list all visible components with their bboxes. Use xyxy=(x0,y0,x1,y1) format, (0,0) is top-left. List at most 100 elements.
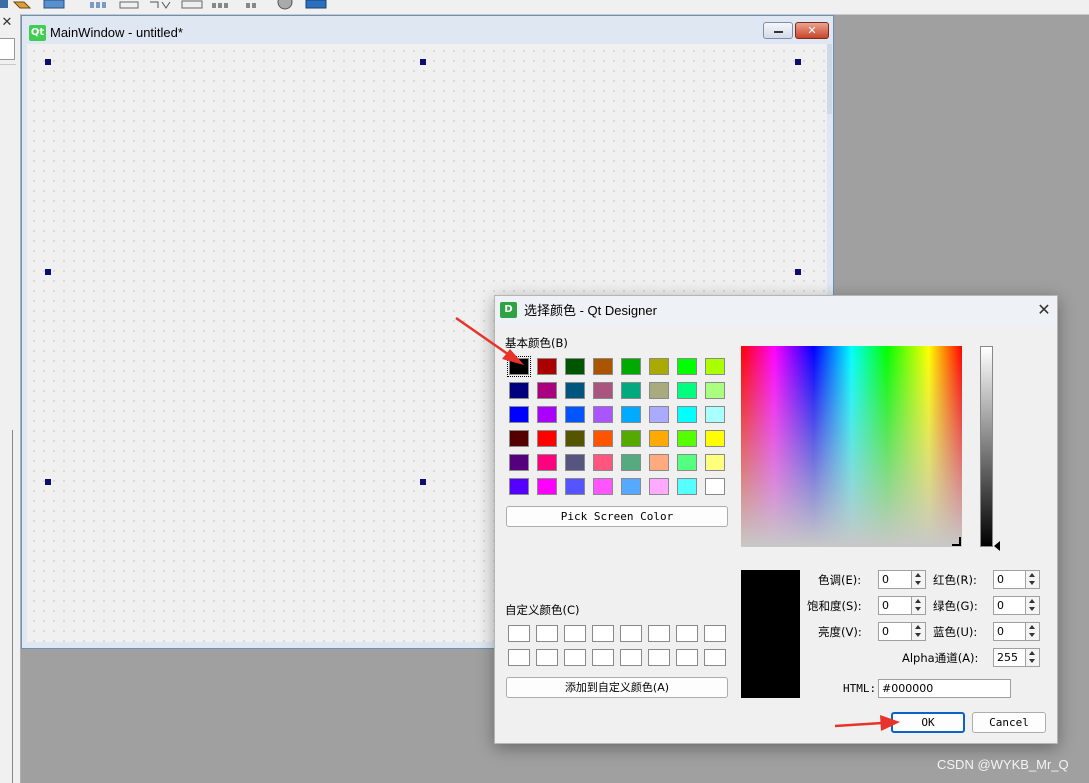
basic-color-swatch[interactable] xyxy=(677,358,697,375)
basic-color-swatch[interactable] xyxy=(621,358,641,375)
custom-color-slot[interactable] xyxy=(620,625,642,642)
basic-color-swatch[interactable] xyxy=(537,406,557,423)
basic-color-swatch[interactable] xyxy=(537,478,557,495)
basic-color-swatch[interactable] xyxy=(649,478,669,495)
basic-color-swatch[interactable] xyxy=(705,454,725,471)
basic-color-swatch[interactable] xyxy=(565,406,585,423)
resize-handle[interactable] xyxy=(45,59,51,65)
basic-color-swatch[interactable] xyxy=(705,430,725,447)
basic-color-swatch[interactable] xyxy=(649,406,669,423)
spin-arrows-icon[interactable] xyxy=(1025,597,1039,614)
basic-color-swatch[interactable] xyxy=(565,478,585,495)
basic-color-swatch[interactable] xyxy=(593,478,613,495)
saturation-spinbox[interactable]: 0 xyxy=(878,596,926,615)
basic-color-swatch[interactable] xyxy=(705,358,725,375)
basic-color-swatch[interactable] xyxy=(705,406,725,423)
basic-color-swatch[interactable] xyxy=(677,454,697,471)
basic-color-swatch[interactable] xyxy=(537,382,557,399)
luminance-slider[interactable] xyxy=(980,346,993,547)
spin-arrows-icon[interactable] xyxy=(911,571,925,588)
basic-color-swatch[interactable] xyxy=(621,430,641,447)
spin-arrows-icon[interactable] xyxy=(911,597,925,614)
basic-color-swatch[interactable] xyxy=(593,382,613,399)
basic-color-swatch[interactable] xyxy=(509,406,529,423)
basic-color-swatch[interactable] xyxy=(677,406,697,423)
basic-color-swatch[interactable] xyxy=(621,478,641,495)
custom-color-slot[interactable] xyxy=(676,649,698,666)
custom-color-slot[interactable] xyxy=(648,625,670,642)
custom-color-slot[interactable] xyxy=(564,625,586,642)
basic-color-swatch[interactable] xyxy=(593,430,613,447)
basic-color-swatch[interactable] xyxy=(621,406,641,423)
alpha-spinbox[interactable]: 255 xyxy=(993,648,1040,667)
main-window-close-button[interactable]: ✕ xyxy=(795,22,829,39)
custom-color-slot[interactable] xyxy=(564,649,586,666)
basic-color-swatch[interactable] xyxy=(621,454,641,471)
custom-color-slot[interactable] xyxy=(676,625,698,642)
custom-color-slot[interactable] xyxy=(508,625,530,642)
spectrum-crosshair[interactable] xyxy=(952,537,961,546)
color-spectrum-picker[interactable] xyxy=(741,346,962,547)
basic-color-swatch[interactable] xyxy=(507,356,531,377)
pick-screen-color-button[interactable]: Pick Screen Color xyxy=(506,506,728,527)
red-spinbox[interactable]: 0 xyxy=(993,570,1040,589)
basic-color-swatch[interactable] xyxy=(565,382,585,399)
custom-color-slot[interactable] xyxy=(508,649,530,666)
basic-color-swatch[interactable] xyxy=(537,430,557,447)
basic-color-swatch[interactable] xyxy=(649,382,669,399)
basic-color-swatch[interactable] xyxy=(565,430,585,447)
custom-color-slot[interactable] xyxy=(704,649,726,666)
green-spinbox[interactable]: 0 xyxy=(993,596,1040,615)
custom-color-slot[interactable] xyxy=(620,649,642,666)
minimize-button[interactable] xyxy=(763,22,793,39)
basic-color-swatch[interactable] xyxy=(509,382,529,399)
basic-color-swatch[interactable] xyxy=(649,454,669,471)
basic-color-swatch[interactable] xyxy=(677,478,697,495)
custom-color-slot[interactable] xyxy=(648,649,670,666)
basic-color-swatch[interactable] xyxy=(677,382,697,399)
resize-handle[interactable] xyxy=(795,269,801,275)
resize-handle[interactable] xyxy=(420,479,426,485)
spin-arrows-icon[interactable] xyxy=(1025,649,1039,666)
spin-arrows-icon[interactable] xyxy=(1025,623,1039,640)
resize-handle[interactable] xyxy=(45,269,51,275)
luminance-arrow-icon[interactable] xyxy=(994,541,1000,551)
resize-handle[interactable] xyxy=(45,479,51,485)
blue-spinbox[interactable]: 0 xyxy=(993,622,1040,641)
custom-color-slot[interactable] xyxy=(592,625,614,642)
basic-color-swatch[interactable] xyxy=(593,454,613,471)
basic-color-swatch[interactable] xyxy=(593,358,613,375)
basic-color-swatch[interactable] xyxy=(677,430,697,447)
basic-color-swatch[interactable] xyxy=(537,454,557,471)
custom-color-slot[interactable] xyxy=(704,625,726,642)
basic-color-swatch[interactable] xyxy=(509,454,529,471)
hue-spinbox[interactable]: 0 xyxy=(878,570,926,589)
basic-color-swatch[interactable] xyxy=(649,358,669,375)
add-custom-color-button[interactable]: 添加到自定义颜色(A) xyxy=(506,677,728,698)
basic-color-swatch[interactable] xyxy=(705,478,725,495)
spin-arrows-icon[interactable] xyxy=(911,623,925,640)
dock-filter-input[interactable] xyxy=(0,38,15,60)
resize-handle[interactable] xyxy=(420,59,426,65)
basic-color-swatch[interactable] xyxy=(593,406,613,423)
html-hex-input[interactable]: #000000 xyxy=(878,679,1011,698)
basic-color-swatch[interactable] xyxy=(565,454,585,471)
basic-color-swatch[interactable] xyxy=(621,382,641,399)
custom-color-slot[interactable] xyxy=(536,649,558,666)
ok-button[interactable]: OK xyxy=(891,712,965,733)
value-spinbox[interactable]: 0 xyxy=(878,622,926,641)
resize-handle[interactable] xyxy=(795,59,801,65)
custom-color-slot[interactable] xyxy=(592,649,614,666)
dock-close-icon[interactable]: ✕ xyxy=(0,16,14,30)
basic-color-swatch[interactable] xyxy=(509,478,529,495)
spin-arrows-icon[interactable] xyxy=(1025,571,1039,588)
basic-color-swatch[interactable] xyxy=(509,430,529,447)
form-scrollbar[interactable] xyxy=(827,44,832,114)
cancel-button[interactable]: Cancel xyxy=(972,712,1046,733)
basic-color-swatch[interactable] xyxy=(649,430,669,447)
basic-color-swatch[interactable] xyxy=(565,358,585,375)
basic-color-swatch[interactable] xyxy=(705,382,725,399)
dialog-close-icon[interactable]: ✕ xyxy=(1034,300,1054,320)
basic-color-swatch[interactable] xyxy=(537,358,557,375)
custom-color-slot[interactable] xyxy=(536,625,558,642)
